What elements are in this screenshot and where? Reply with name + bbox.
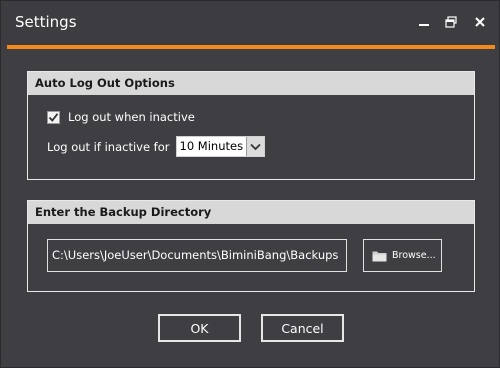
window-title: Settings <box>15 13 77 31</box>
inactive-duration-select[interactable]: 10 Minutes <box>175 136 266 157</box>
inactive-duration-value[interactable]: 10 Minutes <box>177 137 247 156</box>
logout-inactive-checkbox[interactable] <box>47 110 60 124</box>
dropdown-button[interactable] <box>246 137 265 156</box>
checkmark-icon <box>48 112 59 122</box>
close-button[interactable] <box>471 13 489 31</box>
logout-inactive-row: Log out when inactive <box>47 110 195 124</box>
backup-path-input[interactable]: C:\Users\JoeUser\Documents\BiminiBang\Ba… <box>47 239 347 272</box>
browse-button-label: Browse... <box>392 250 436 261</box>
chevron-down-icon <box>250 143 261 150</box>
restore-button[interactable] <box>442 13 460 31</box>
backup-directory-header: Enter the Backup Directory <box>28 201 474 224</box>
settings-window: Settings Auto Log Out Options Log out wh… <box>0 0 500 368</box>
restore-icon <box>445 16 457 28</box>
minimize-button[interactable] <box>415 13 433 31</box>
backup-directory-group: Enter the Backup Directory C:\Users\JoeU… <box>27 200 475 292</box>
inactive-duration-label: Log out if inactive for <box>47 139 170 154</box>
browse-button[interactable]: Browse... <box>363 239 442 272</box>
logout-inactive-label[interactable]: Log out when inactive <box>68 110 195 124</box>
auto-logout-header: Auto Log Out Options <box>28 72 474 95</box>
close-icon <box>475 17 485 27</box>
inactive-duration-row: Log out if inactive for 10 Minutes <box>47 136 266 157</box>
ok-button[interactable]: OK <box>158 314 241 342</box>
folder-icon <box>372 251 387 261</box>
cancel-button[interactable]: Cancel <box>261 314 344 342</box>
auto-logout-group: Auto Log Out Options Log out when inacti… <box>27 71 475 180</box>
title-bar[interactable]: Settings <box>1 1 499 45</box>
accent-bar <box>7 45 495 49</box>
minimize-icon <box>419 24 429 26</box>
